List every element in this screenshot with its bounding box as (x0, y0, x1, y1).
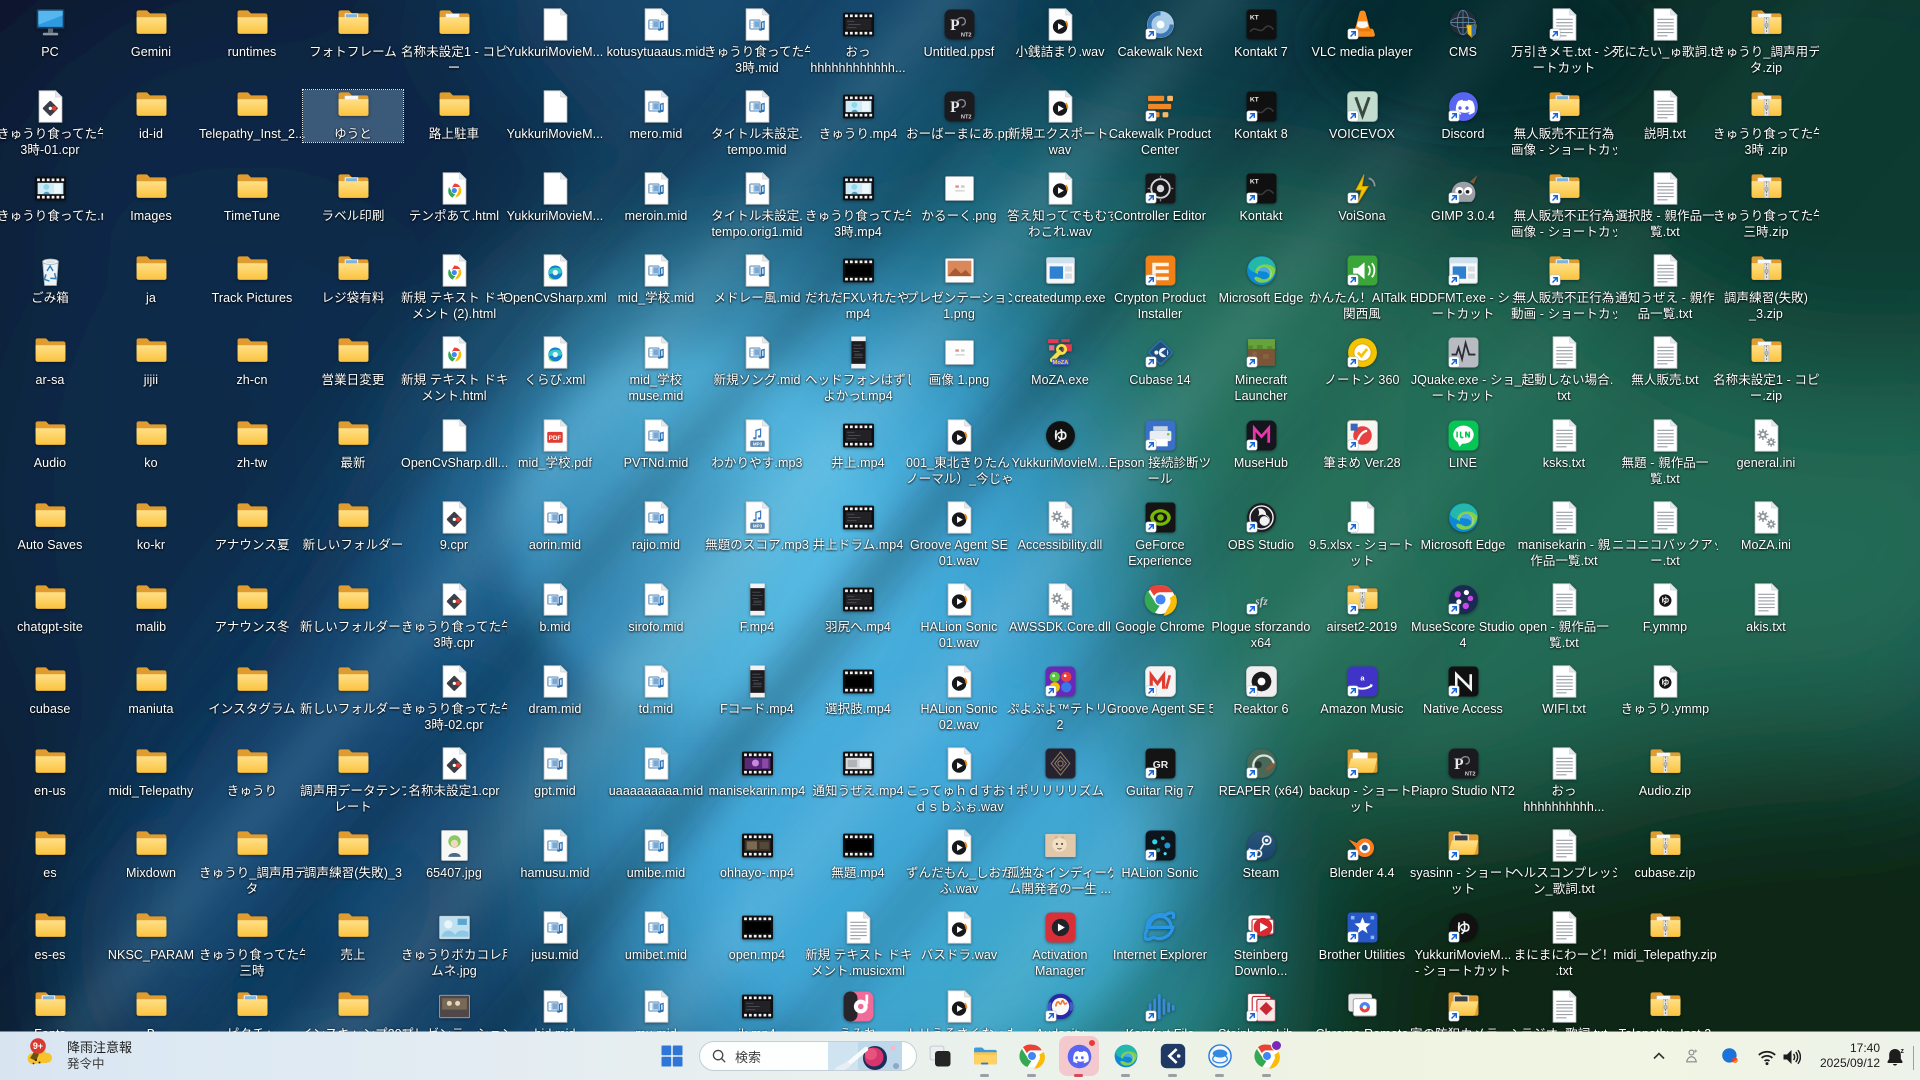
svg-text:z: z (1901, 1048, 1905, 1055)
svg-text:9+: 9+ (33, 1041, 43, 1051)
